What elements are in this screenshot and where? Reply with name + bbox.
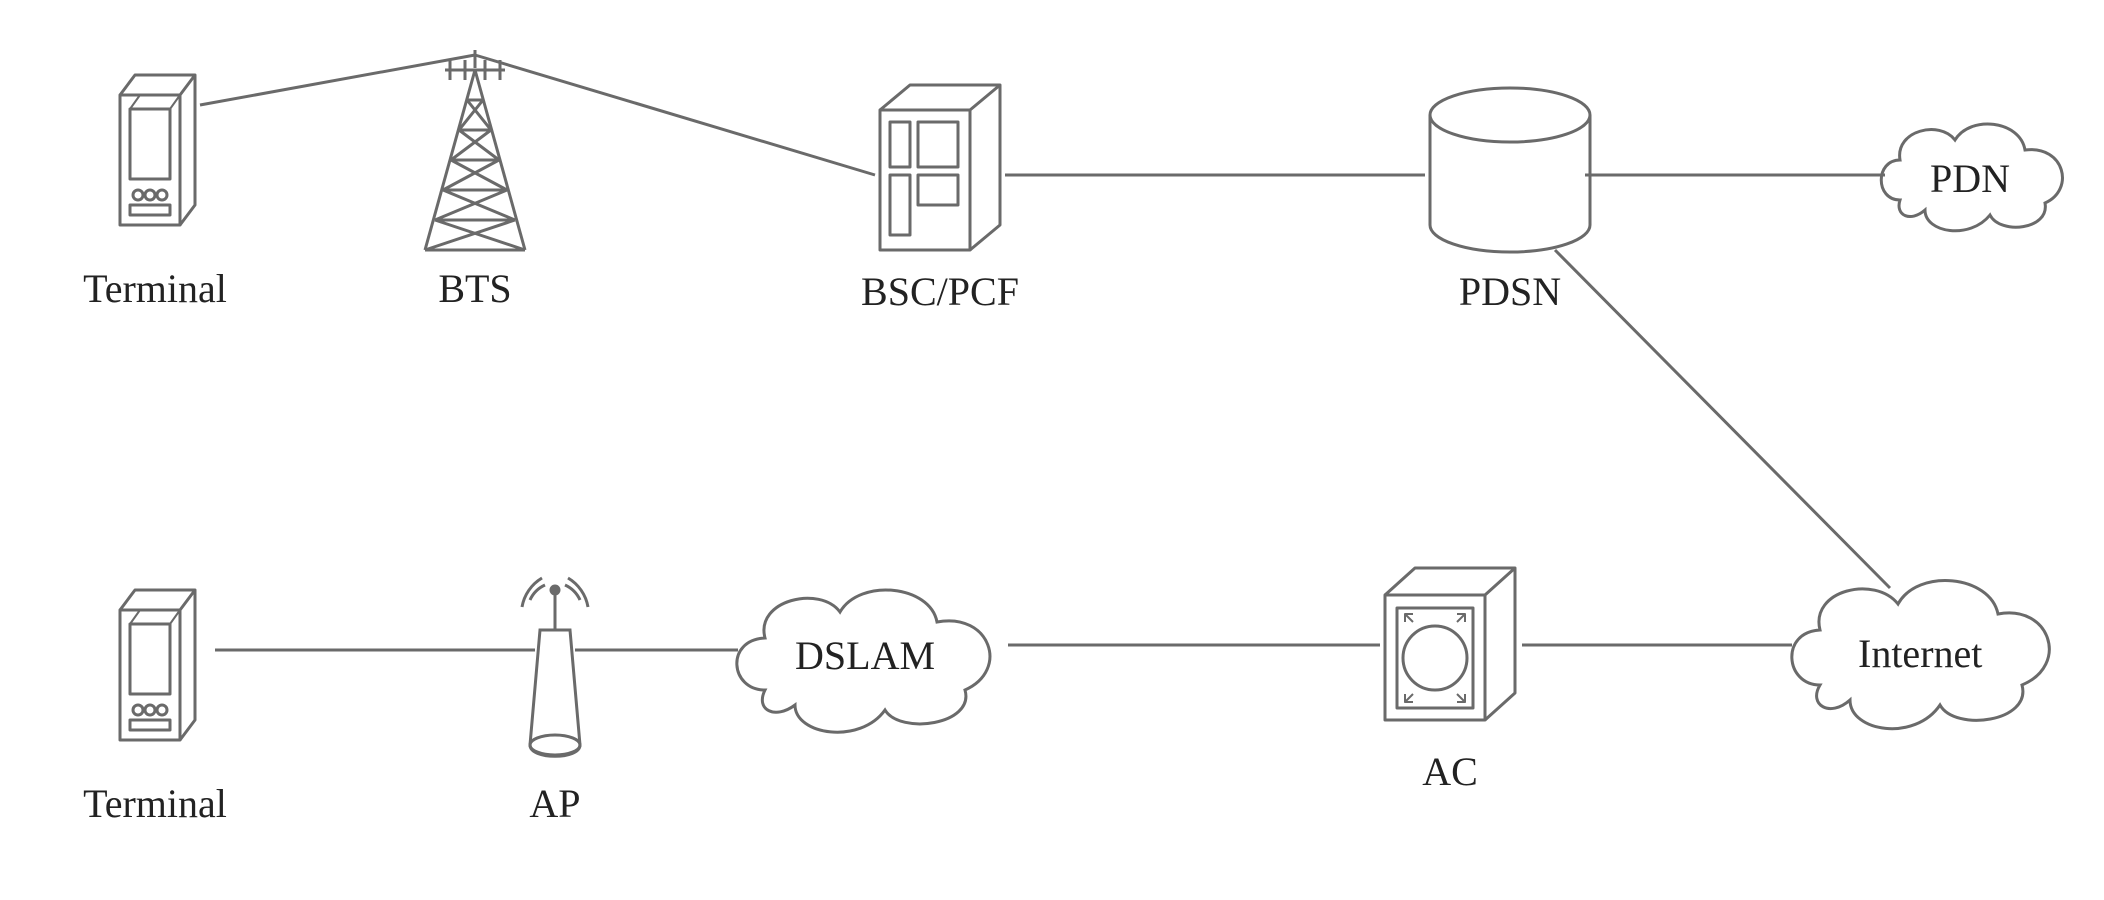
ap-icon	[510, 575, 600, 765]
bsc-pcf-label: BSC/PCF	[840, 268, 1040, 315]
bts-icon	[395, 50, 555, 260]
ap-label: AP	[510, 780, 600, 827]
terminal1-label: Terminal	[70, 265, 240, 312]
ac-icon	[1375, 560, 1530, 730]
bsc-pcf-icon	[870, 80, 1010, 260]
internet-label: Internet	[1858, 630, 1982, 677]
terminal2-icon	[100, 580, 210, 760]
dslam-label: DSLAM	[795, 632, 935, 679]
connection-lines	[0, 0, 2104, 900]
bts-label: BTS	[420, 265, 530, 312]
terminal2-label: Terminal	[70, 780, 240, 827]
pdsn-label: PDSN	[1440, 268, 1580, 315]
line-pdsn-internet	[1555, 250, 1890, 588]
ac-label: AC	[1405, 748, 1495, 795]
terminal1-icon	[100, 65, 210, 245]
diagram-stage: Terminal BTS	[0, 0, 2104, 900]
pdsn-icon	[1420, 85, 1600, 260]
pdn-label: PDN	[1930, 155, 2010, 202]
